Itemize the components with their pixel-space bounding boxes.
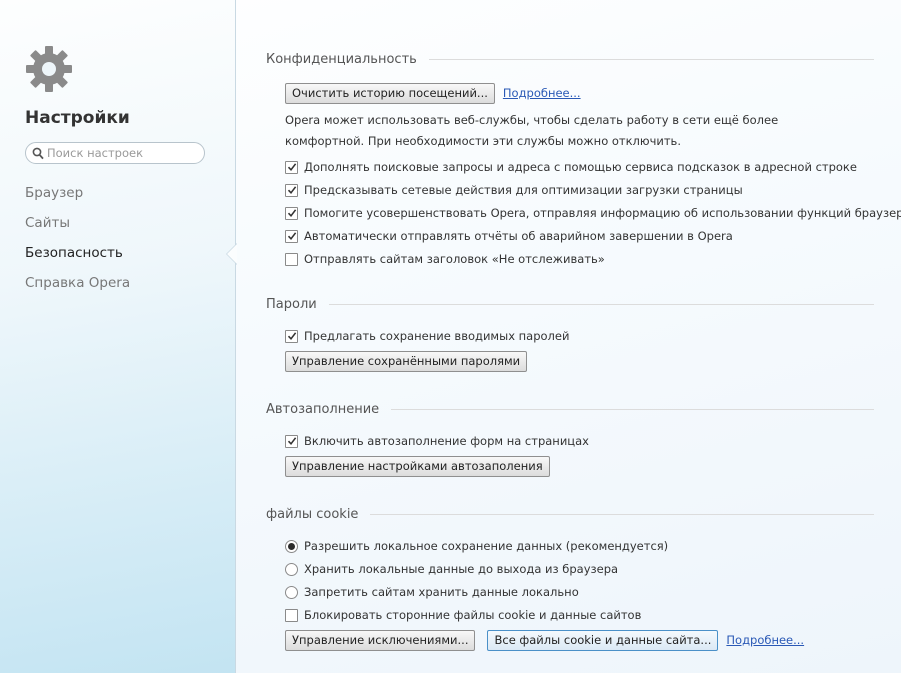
all-cookies-button[interactable]: Все файлы cookie и данные сайта... (487, 629, 719, 651)
checkmark-icon (287, 332, 296, 341)
web-services-description: Opera может использовать веб-службы, что… (285, 113, 779, 148)
checkmark-icon (287, 163, 296, 172)
checkbox-label: Включить автозаполнение форм на страница… (304, 434, 589, 448)
sidebar-nav: Браузер Сайты Безопасность Справка Opera (25, 183, 130, 303)
sidebar-item-opera-help[interactable]: Справка Opera (25, 273, 130, 303)
privacy-section-title: Конфиденциальность (266, 51, 417, 67)
cookie-option-session-only[interactable]: Хранить локальные данные до выхода из бр… (285, 559, 618, 579)
radio-label: Разрешить локальное сохранение данных (р… (304, 539, 669, 553)
radio-label: Хранить локальные данные до выхода из бр… (304, 562, 619, 576)
cookies-more-link[interactable]: Подробнее... (726, 633, 804, 647)
checkbox-label: Дополнять поисковые запросы и адреса с п… (304, 160, 857, 174)
section-divider (391, 408, 874, 410)
manage-exceptions-button[interactable]: Управление исключениями... (285, 629, 476, 651)
checkmark-icon (287, 186, 296, 195)
cookies-section: файлы cookie (266, 505, 874, 523)
section-divider (428, 58, 874, 60)
passwords-section: Пароли (266, 295, 874, 313)
checkbox-label: Предлагать сохранение вводимых паролей (304, 329, 570, 343)
privacy-more-link[interactable]: Подробнее... (503, 86, 581, 100)
checkbox[interactable] (285, 608, 298, 622)
cookies-section-title: файлы cookie (266, 506, 359, 522)
page-title: Настройки (25, 108, 130, 128)
checkbox-label: Предсказывать сетевые действия для оптим… (304, 183, 743, 197)
radio-label: Запретить сайтам хранить данные локально (304, 585, 579, 599)
clear-history-button[interactable]: Очистить историю посещений... (285, 82, 495, 104)
privacy-option-usage-stats[interactable]: Помогите усовершенствовать Opera, отправ… (285, 203, 901, 223)
sidebar-item-websites[interactable]: Сайты (25, 213, 130, 243)
manage-passwords-button[interactable]: Управление сохранёнными паролями (285, 350, 528, 372)
enable-autofill[interactable]: Включить автозаполнение форм на страница… (285, 431, 589, 451)
checkbox-label: Блокировать сторонние файлы cookie и дан… (304, 608, 642, 622)
radio-button[interactable] (285, 585, 298, 599)
radio-button[interactable] (285, 562, 298, 576)
cookie-option-allow[interactable]: Разрешить локальное сохранение данных (р… (285, 536, 668, 556)
passwords-section-title: Пароли (266, 296, 317, 312)
radio-selected-dot (288, 542, 295, 550)
sidebar: Настройки Браузер Сайты Безопасность Спр… (0, 0, 236, 673)
manage-autofill-button[interactable]: Управление настройками автозаполения (285, 455, 550, 477)
offer-save-passwords[interactable]: Предлагать сохранение вводимых паролей (285, 326, 569, 346)
checkbox[interactable] (285, 329, 298, 343)
section-divider (370, 513, 874, 515)
sidebar-item-browser[interactable]: Браузер (25, 183, 130, 213)
cookie-option-block[interactable]: Запретить сайтам хранить данные локально (285, 582, 579, 602)
section-divider (328, 303, 874, 305)
privacy-section: Конфиденциальность (266, 50, 874, 68)
checkbox[interactable] (285, 229, 298, 243)
checkbox-label: Автоматически отправлять отчёты об авари… (304, 229, 733, 243)
autofill-section: Автозаполнение (266, 400, 874, 418)
sidebar-item-security[interactable]: Безопасность (25, 243, 130, 273)
checkmark-icon (287, 437, 296, 446)
checkbox[interactable] (285, 160, 298, 174)
privacy-option-do-not-track[interactable]: Отправлять сайтам заголовок «Не отслежив… (285, 249, 605, 269)
checkbox-label: Помогите усовершенствовать Opera, отправ… (304, 206, 901, 220)
block-third-party-cookies[interactable]: Блокировать сторонние файлы cookie и дан… (285, 605, 641, 625)
checkbox[interactable] (285, 206, 298, 220)
gear-icon (26, 46, 72, 92)
privacy-option-crash-reports[interactable]: Автоматически отправлять отчёты об авари… (285, 226, 733, 246)
checkmark-icon (287, 232, 296, 241)
privacy-option-suggestions[interactable]: Дополнять поисковые запросы и адреса с п… (285, 157, 857, 177)
radio-button[interactable] (285, 539, 298, 553)
active-item-pointer (227, 244, 237, 264)
checkbox[interactable] (285, 252, 298, 266)
checkbox-label: Отправлять сайтам заголовок «Не отслежив… (304, 252, 605, 266)
privacy-option-predict[interactable]: Предсказывать сетевые действия для оптим… (285, 180, 743, 200)
search-icon (32, 147, 44, 160)
autofill-section-title: Автозаполнение (266, 401, 380, 417)
search-box[interactable] (25, 142, 205, 164)
checkbox[interactable] (285, 434, 298, 448)
checkmark-icon (287, 209, 296, 218)
search-input[interactable] (47, 145, 197, 161)
checkbox[interactable] (285, 183, 298, 197)
